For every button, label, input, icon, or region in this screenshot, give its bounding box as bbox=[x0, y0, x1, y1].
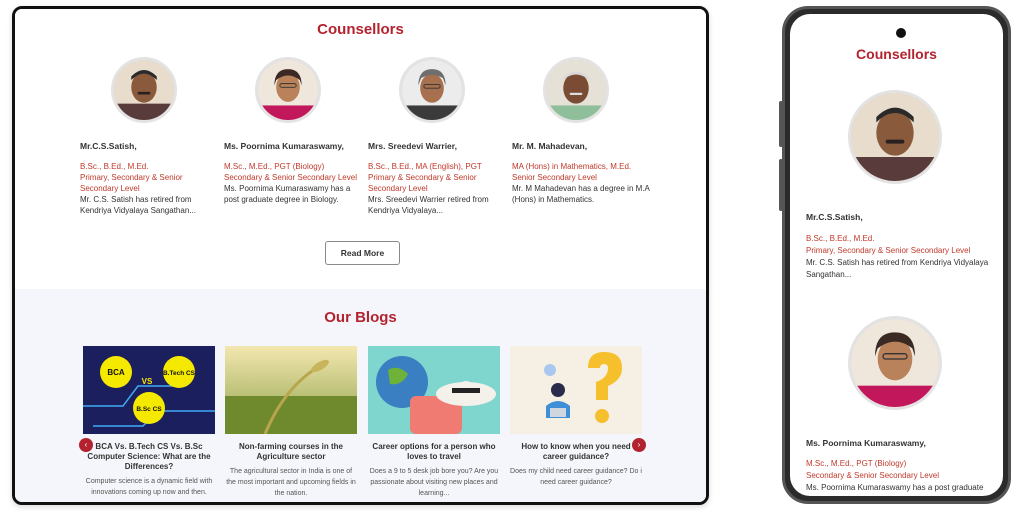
qualification-level: Secondary & Senior Secondary Level bbox=[224, 173, 357, 182]
btech-label: B.Tech CS bbox=[163, 370, 196, 377]
blog-image: BCA VS B.Tech CS B.Sc CS bbox=[83, 346, 215, 434]
counsellor-description: Ms. Poornima Kumaraswamy has a post grad… bbox=[224, 184, 351, 204]
blog-card[interactable]: BCA VS B.Tech CS B.Sc CS BCA Vs. B.Tech … bbox=[83, 346, 215, 498]
desktop-mockup: Counsellors Mr.C.S.Satish, B.Sc., B.Ed.,… bbox=[12, 6, 709, 505]
carousel-prev-button[interactable]: ‹ bbox=[79, 438, 93, 452]
qualification-level: Secondary & Senior Secondary Level bbox=[806, 471, 939, 480]
counsellor-qualification: B.Sc., B.Ed., M.Ed. Primary, Secondary &… bbox=[80, 161, 220, 216]
qualification-degree: B.Sc., B.Ed., M.Ed. bbox=[80, 162, 149, 171]
blog-image bbox=[225, 346, 357, 434]
counsellor-name: Mr. M. Mahadevan, bbox=[512, 141, 588, 151]
avatar bbox=[848, 316, 942, 410]
qualification-level: Senior Secondary Level bbox=[512, 173, 597, 182]
blog-card[interactable]: How to know when you need career guidanc… bbox=[510, 346, 642, 488]
avatar bbox=[399, 57, 465, 123]
bca-label: BCA bbox=[107, 368, 125, 377]
phone-mockup: Counsellors Mr.C.S.Satish, B.Sc., B.Ed.,… bbox=[779, 6, 1011, 504]
blog-excerpt: The agricultural sector in India is one … bbox=[226, 468, 356, 497]
counsellor-description: Mr. M Mahadevan has a degree in M.A (Hon… bbox=[512, 184, 650, 204]
blog-carousel: BCA VS B.Tech CS B.Sc CS BCA Vs. B.Tech … bbox=[79, 346, 646, 502]
carousel-next-button[interactable]: › bbox=[632, 438, 646, 452]
blogs-title: Our Blogs bbox=[324, 309, 397, 326]
counsellor-qualification: B.Sc., B.Ed., MA (English), PGT Primary … bbox=[368, 161, 508, 216]
counsellors-section: Counsellors Mr.C.S.Satish, B.Sc., B.Ed.,… bbox=[15, 9, 706, 289]
counsellor-name: Ms. Poornima Kumaraswamy, bbox=[806, 438, 926, 448]
blog-excerpt: Does my child need career guidance? Do i… bbox=[510, 468, 642, 486]
blog-title[interactable]: How to know when you need career guidanc… bbox=[510, 442, 642, 462]
read-more-button[interactable]: Read More bbox=[325, 241, 400, 265]
counsellor-description: Mrs. Sreedevi Warrier retired from Kendr… bbox=[368, 195, 489, 215]
counsellor-description: Mr. C.S. Satish has retired from Kendriy… bbox=[806, 258, 989, 279]
qualification-degree: B.Sc., B.Ed., M.Ed. bbox=[806, 234, 875, 243]
counsellor-qualification: MA (Hons) in Mathematics, M.Ed. Senior S… bbox=[512, 161, 652, 205]
blog-image bbox=[368, 346, 500, 434]
camera-icon bbox=[896, 28, 906, 38]
counsellor-qualification: M.Sc., M.Ed., PGT (Biology) Secondary & … bbox=[224, 161, 364, 205]
qualification-level: Primary & Secondary & Senior Secondary L… bbox=[368, 173, 477, 193]
qualification-level: Primary, Secondary & Senior Secondary Le… bbox=[806, 246, 971, 255]
blog-image bbox=[510, 346, 642, 434]
qualification-degree: B.Sc., B.Ed., MA (English), PGT bbox=[368, 162, 482, 171]
phone-power-button bbox=[779, 159, 783, 211]
blog-title[interactable]: Non-farming courses in the Agriculture s… bbox=[225, 442, 357, 462]
qualification-degree: M.Sc., M.Ed., PGT (Biology) bbox=[806, 459, 907, 468]
bsc-label: B.Sc CS bbox=[136, 406, 162, 413]
qualification-degree: MA (Hons) in Mathematics, M.Ed. bbox=[512, 162, 632, 171]
blog-title[interactable]: BCA Vs. B.Tech CS Vs. B.Sc Computer Scie… bbox=[83, 442, 215, 472]
mobile-counsellors-title: Counsellors bbox=[856, 46, 937, 62]
avatar bbox=[848, 90, 942, 184]
counsellors-title: Counsellors bbox=[317, 21, 404, 38]
counsellor-qualification: M.Sc., M.Ed., PGT (Biology) Secondary & … bbox=[806, 458, 996, 496]
blog-excerpt: Does a 9 to 5 desk job bore you? Are you… bbox=[369, 468, 499, 497]
counsellor-name: Ms. Poornima Kumaraswamy, bbox=[224, 141, 344, 151]
phone-volume-button bbox=[779, 101, 783, 147]
counsellor-name: Mrs. Sreedevi Warrier, bbox=[368, 141, 457, 151]
counsellor-description: Ms. Poornima Kumaraswamy has a post grad… bbox=[806, 483, 984, 496]
counsellor-name: Mr.C.S.Satish, bbox=[806, 212, 863, 222]
qualification-level: Primary, Secondary & Senior Secondary Le… bbox=[80, 173, 183, 193]
qualification-degree: M.Sc., M.Ed., PGT (Biology) bbox=[224, 162, 325, 171]
vs-label: VS bbox=[142, 377, 153, 386]
counsellor-description: Mr. C.S. Satish has retired from Kendriy… bbox=[80, 195, 196, 215]
blog-card[interactable]: Career options for a person who loves to… bbox=[368, 346, 500, 499]
blog-card[interactable]: Non-farming courses in the Agriculture s… bbox=[225, 346, 357, 499]
blog-title[interactable]: Career options for a person who loves to… bbox=[368, 442, 500, 462]
avatar bbox=[255, 57, 321, 123]
phone-screen: Counsellors Mr.C.S.Satish, B.Sc., B.Ed.,… bbox=[790, 14, 1003, 496]
counsellor-name: Mr.C.S.Satish, bbox=[80, 141, 137, 151]
counsellor-cards: Mr.C.S.Satish, B.Sc., B.Ed., M.Ed. Prima… bbox=[80, 57, 660, 227]
blogs-section: Our Blogs BCA VS B.Tech CS B.Sc CS BCA V… bbox=[15, 289, 706, 502]
avatar bbox=[543, 57, 609, 123]
counsellor-qualification: B.Sc., B.Ed., M.Ed. Primary, Secondary &… bbox=[806, 233, 996, 281]
avatar bbox=[111, 57, 177, 123]
blog-excerpt: Computer science is a dynamic field with… bbox=[85, 478, 213, 496]
